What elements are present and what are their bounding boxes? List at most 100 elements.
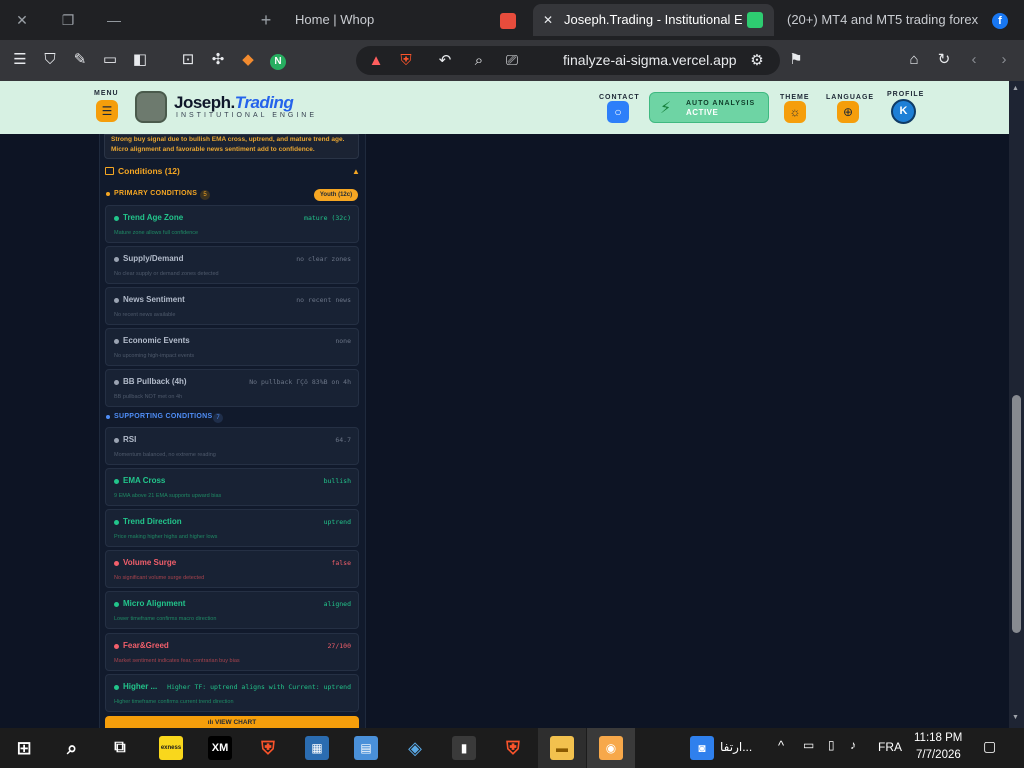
scroll-up-icon[interactable]: ▲ [1012, 85, 1019, 92]
condition-title: Trend Direction [123, 517, 182, 526]
xm-app-icon[interactable]: XM [208, 736, 232, 760]
address-bar[interactable]: ▲ ⛨ ↶ ⌕ ⎚ finalyze-ai-sigma.vercel.app ⚙ [356, 46, 780, 75]
app-icon[interactable]: ▮ [452, 736, 476, 760]
extensions-icon[interactable]: ✣ [208, 50, 228, 70]
condition-value: No pullback ΓÇö 83%B on 4h [249, 378, 351, 386]
supporting-conditions-title: SUPPORTING CONDITIONS [114, 413, 213, 420]
tab-forex[interactable]: (20+) MT4 and MT5 trading forex [786, 4, 978, 36]
menu-icon[interactable]: ☰ [10, 50, 30, 70]
scroll-down-icon[interactable]: ▼ [1012, 714, 1019, 721]
profile-initial: K [899, 105, 908, 117]
windows-start-icon[interactable]: ⊞ [12, 736, 36, 760]
battery-icon[interactable]: ▯ [828, 738, 835, 752]
auto-analysis-toggle[interactable]: ⚡ AUTO ANALYSIS ACTIVE [649, 92, 769, 123]
status-dot [114, 644, 119, 649]
brave-browser-icon[interactable]: ⛨ [501, 736, 525, 760]
condition-card[interactable]: Economic Events none No upcoming high-im… [105, 328, 359, 366]
tab-facebook[interactable]: f [992, 4, 1012, 36]
condition-card[interactable]: News Sentiment no recent news No recent … [105, 287, 359, 325]
new-tab-icon[interactable]: + [254, 8, 278, 32]
reader-icon[interactable]: ▭ [100, 50, 120, 70]
condition-title: RSI [123, 435, 137, 444]
app-icon[interactable]: ◈ [403, 736, 427, 760]
search-icon[interactable]: ⌕ [60, 736, 84, 760]
condition-card[interactable]: Micro Alignment aligned Lower timeframe … [105, 591, 359, 629]
tray-expand-icon[interactable]: ^ [778, 738, 784, 753]
tab-joseph-trading[interactable]: ✕ Joseph.Trading - Institutional Eng [533, 4, 774, 36]
app-icon[interactable]: ▤ [354, 736, 378, 760]
condition-title: News Sentiment [123, 295, 185, 304]
scrollbar-thumb[interactable] [1012, 395, 1021, 633]
brave-browser-icon[interactable]: ⛨ [256, 736, 280, 760]
share-icon[interactable]: ↶ [435, 51, 455, 71]
brand-logo [135, 91, 167, 123]
status-dot [114, 479, 119, 484]
forward-icon[interactable]: › [994, 50, 1014, 70]
condition-title: Economic Events [123, 336, 190, 345]
screenshot-icon[interactable]: ⊡ [178, 50, 198, 70]
close-tab-icon[interactable]: ✕ [543, 4, 553, 36]
metamask-icon[interactable]: ◆ [238, 50, 258, 70]
language-button[interactable]: ⊕ [837, 101, 859, 123]
brand-main: Joseph. [174, 93, 235, 112]
globe-icon: ⊕ [842, 105, 854, 119]
app-icon[interactable]: ▦ [305, 736, 329, 760]
status-dot [114, 380, 119, 385]
xm-label: XM [211, 742, 229, 754]
collapse-arrow-icon[interactable]: ▲ [352, 167, 360, 176]
home-icon[interactable]: ⌂ [904, 50, 924, 70]
contact-button[interactable]: ○ [607, 101, 629, 123]
clock-date[interactable]: 7/7/2026 [916, 749, 961, 761]
tab-home-whop[interactable]: Home | Whop [288, 4, 488, 36]
language-indicator[interactable]: FRA [878, 740, 902, 754]
cast-icon[interactable]: ⎚ [502, 51, 522, 71]
status-dot [114, 339, 119, 344]
sidebar-icon[interactable]: ◧ [130, 50, 150, 70]
condition-card[interactable]: Trend Age Zone mature (32c) Mature zone … [105, 205, 359, 243]
condition-card[interactable]: Supply/Demand no clear zones No clear su… [105, 246, 359, 284]
brave-shield-icon[interactable]: ⛨ [396, 51, 416, 71]
file-explorer-icon[interactable]: ▬ [550, 736, 574, 760]
theme-button[interactable]: ☼ [784, 101, 806, 123]
node-extension-icon[interactable]: N [268, 50, 288, 70]
tray-app-label[interactable]: ارتفا... [720, 740, 752, 754]
back-icon[interactable]: ‹ [964, 50, 984, 70]
condition-card[interactable]: EMA Cross bullish 9 EMA above 21 EMA sup… [105, 468, 359, 506]
condition-desc: Momentum balanced, no extreme reading [114, 452, 216, 458]
lightning-icon: ⚡ [660, 100, 672, 117]
task-view-icon[interactable]: ⧉ [108, 736, 132, 760]
shield-icon[interactable]: ⛉ [40, 50, 60, 70]
condition-card[interactable]: BB Pullback (4h) No pullback ΓÇö 83%B on… [105, 369, 359, 407]
search-icon[interactable]: ⌕ [469, 51, 489, 71]
bookmark-icon[interactable]: ⚑ [786, 50, 806, 70]
condition-card[interactable]: Trend Direction uptrend Price making hig… [105, 509, 359, 547]
condition-card[interactable]: Volume Surge false No significant volume… [105, 550, 359, 588]
volume-icon[interactable]: ♪ [850, 738, 856, 752]
pin-icon[interactable]: ✎ [70, 50, 90, 70]
restore-window-icon[interactable]: ❐ [56, 8, 80, 32]
menu-button[interactable]: ☰ [96, 100, 118, 122]
condition-card[interactable]: Fear&Greed 27/100 Market sentiment indic… [105, 633, 359, 671]
notifications-icon[interactable]: ▢ [983, 738, 996, 755]
condition-desc: Mature zone allows full confidence [114, 230, 199, 236]
clock-time[interactable]: 11:18 PM [914, 732, 962, 744]
condition-card[interactable]: RSI 64.7 Momentum balanced, no extreme r… [105, 427, 359, 465]
close-window-icon[interactable]: ✕ [10, 8, 34, 32]
url-text[interactable]: finalyze-ai-sigma.vercel.app [563, 52, 737, 68]
conditions-toggle[interactable]: Conditions (12) [105, 166, 180, 176]
tab-favicon-app[interactable] [500, 4, 520, 36]
condition-card[interactable]: Higher ... Higher TF: uptrend aligns wit… [105, 674, 359, 712]
network-icon[interactable]: ▭ [803, 738, 814, 752]
recommendation-reason: Strong buy signal due to bullish EMA cro… [104, 134, 359, 159]
tune-icon[interactable]: ⚙ [747, 51, 767, 71]
status-dot [114, 298, 119, 303]
warning-icon[interactable]: ▲ [366, 51, 386, 71]
status-dot [114, 561, 119, 566]
browser-tabstrip: ✕ ❐ — + Home | Whop ✕ Joseph.Trading - I… [0, 0, 1024, 40]
tray-app-icon[interactable]: ◙ [690, 736, 714, 760]
reload-icon[interactable]: ↻ [934, 50, 954, 70]
profile-avatar[interactable]: K [891, 99, 916, 124]
exness-app-icon[interactable]: exness [159, 736, 183, 760]
recorder-app-icon[interactable]: ◉ [599, 736, 623, 760]
minimize-window-icon[interactable]: — [102, 8, 126, 32]
